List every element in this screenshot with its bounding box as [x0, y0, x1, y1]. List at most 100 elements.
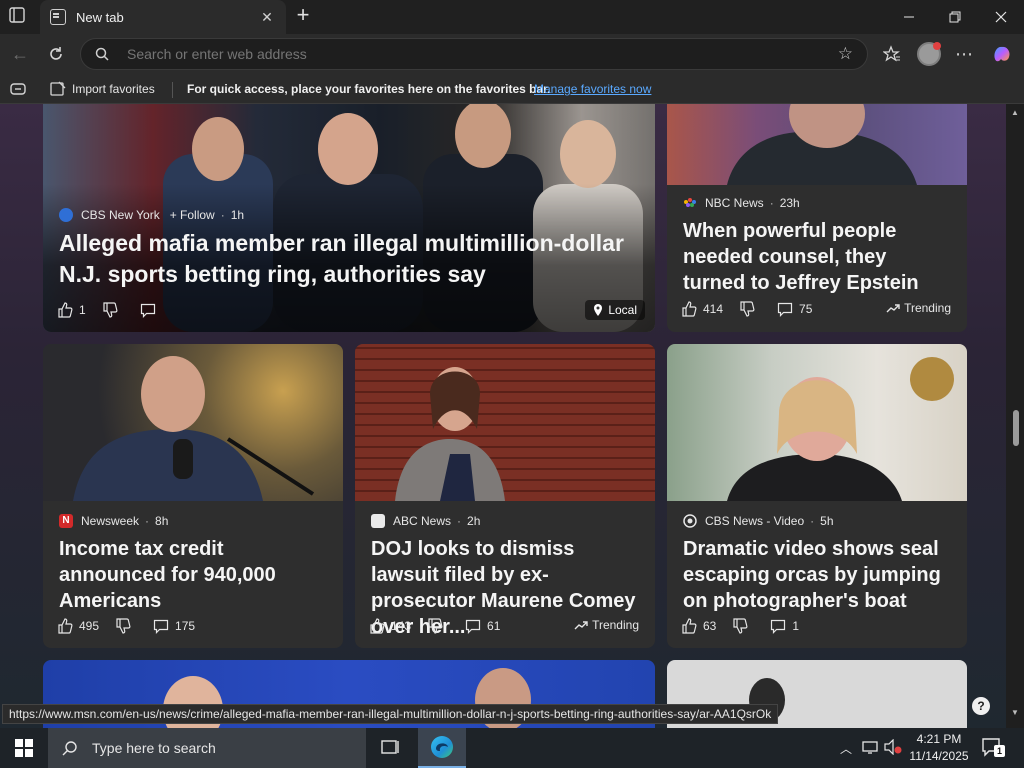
- collections-icon[interactable]: [10, 83, 26, 95]
- dislike-button[interactable]: [739, 301, 761, 317]
- refresh-button[interactable]: [42, 40, 70, 68]
- news-card-cbs-video[interactable]: CBS News - Video · 5h Dramatic video sho…: [667, 344, 967, 648]
- status-bar-url: https://www.msn.com/en-us/news/crime/all…: [2, 704, 779, 724]
- import-favorites-button[interactable]: Import favorites: [50, 81, 155, 97]
- back-button[interactable]: ←: [6, 40, 34, 68]
- settings-more-icon[interactable]: ⋯: [950, 40, 978, 68]
- edge-taskbar-button[interactable]: [418, 728, 466, 768]
- tab-close-icon[interactable]: ✕: [258, 9, 276, 26]
- newsweek-card-headline[interactable]: Income tax credit announced for 940,000 …: [59, 536, 329, 614]
- action-center-button[interactable]: 1: [980, 736, 1005, 758]
- scroll-up-arrow-icon[interactable]: ▲: [1010, 108, 1020, 117]
- taskbar: Type here to search ︿ 4:21 PM 11/14/2025…: [0, 728, 1024, 768]
- comment-icon: [465, 619, 481, 634]
- side-story-headline[interactable]: When powerful people needed counsel, the…: [683, 218, 953, 296]
- like-button[interactable]: 1: [57, 302, 86, 318]
- copilot-icon[interactable]: [988, 40, 1016, 68]
- volume-muted-icon[interactable]: [884, 738, 902, 758]
- like-button[interactable]: 414: [681, 301, 723, 317]
- news-card-newsweek[interactable]: N Newsweek · 8h Income tax credit announ…: [43, 344, 343, 648]
- like-count: 414: [703, 302, 724, 316]
- scrollbar-thumb[interactable]: [1013, 410, 1019, 446]
- notification-count-badge: 1: [994, 745, 1005, 757]
- newsweek-card-actions: 495 175: [57, 618, 211, 634]
- like-button[interactable]: 143: [369, 618, 411, 634]
- scroll-down-arrow-icon[interactable]: ▼: [1010, 708, 1020, 717]
- dislike-button[interactable]: [427, 618, 449, 634]
- comment-button[interactable]: 1: [770, 618, 799, 634]
- taskbar-search-box[interactable]: Type here to search: [48, 728, 366, 768]
- new-tab-favicon-icon: [50, 9, 66, 25]
- abc-card-source: ABC News: [393, 514, 452, 528]
- taskbar-clock[interactable]: 4:21 PM 11/14/2025: [906, 731, 972, 765]
- thumbs-down-icon: [733, 618, 748, 634]
- tab-actions-menu-icon[interactable]: [8, 6, 32, 28]
- cbs-video-card-source: CBS News - Video: [705, 514, 805, 528]
- like-button[interactable]: 495: [57, 618, 99, 634]
- task-view-button[interactable]: [378, 738, 402, 758]
- edge-logo-icon: [431, 736, 453, 758]
- abc-card-actions: 143 61: [369, 618, 516, 634]
- close-window-button[interactable]: [978, 0, 1024, 34]
- tab-title: New tab: [76, 9, 124, 25]
- trending-label: Trending: [592, 618, 639, 632]
- top-story-card[interactable]: CBS New York + Follow · 1h Alleged mafia…: [43, 104, 655, 332]
- dislike-button[interactable]: [102, 302, 124, 318]
- like-count: 143: [391, 619, 412, 633]
- start-button[interactable]: [0, 728, 48, 768]
- favorite-star-icon[interactable]: ☆: [838, 44, 853, 64]
- comment-button[interactable]: 75: [777, 301, 812, 317]
- favorites-divider: [172, 82, 173, 98]
- address-input[interactable]: [127, 46, 838, 62]
- manage-favorites-link[interactable]: Manage favorites now: [534, 82, 651, 96]
- page-scrollbar[interactable]: ▲ ▼: [1006, 104, 1024, 728]
- thumbs-down-icon: [428, 618, 443, 634]
- network-icon[interactable]: [862, 739, 880, 758]
- thumbs-up-icon: [682, 301, 697, 317]
- news-card-abc[interactable]: ABC News · 2h DOJ looks to dismiss lawsu…: [355, 344, 655, 648]
- profile-avatar[interactable]: [917, 42, 941, 66]
- search-icon: [95, 47, 109, 61]
- thumbs-down-icon: [740, 301, 755, 317]
- cbs-video-card-meta: CBS News - Video · 5h: [683, 514, 834, 528]
- trending-arrow-icon: [574, 621, 588, 630]
- top-story-meta: CBS New York + Follow · 1h: [59, 208, 244, 222]
- nbc-peacock-logo-icon: [684, 198, 696, 207]
- cbs-video-card-time: 5h: [820, 514, 834, 528]
- favorites-icon[interactable]: [878, 40, 906, 68]
- comment-button[interactable]: 61: [465, 618, 500, 634]
- newsweek-card-source: Newsweek: [81, 514, 140, 528]
- side-story-card[interactable]: NBC News · 23h When powerful people need…: [667, 104, 967, 332]
- minimize-button[interactable]: [886, 0, 932, 34]
- dislike-button[interactable]: [115, 618, 137, 634]
- tab-new-tab[interactable]: New tab ✕: [40, 0, 286, 34]
- comment-count: 75: [799, 302, 813, 316]
- thumbs-up-icon: [370, 618, 385, 634]
- help-button[interactable]: ?: [972, 697, 990, 715]
- new-tab-button[interactable]: +: [292, 4, 314, 28]
- local-badge-label: Local: [608, 303, 637, 317]
- comment-button[interactable]: 175: [153, 618, 195, 634]
- like-count: 1: [79, 303, 86, 317]
- clock-time: 4:21 PM: [916, 732, 962, 746]
- address-bar[interactable]: ☆: [80, 38, 868, 70]
- top-story-headline[interactable]: Alleged mafia member ran illegal multimi…: [59, 228, 641, 290]
- show-hidden-icons-chevron-icon[interactable]: ︿: [840, 740, 852, 757]
- task-view-icon: [381, 740, 399, 754]
- cbs-video-card-headline[interactable]: Dramatic video shows seal escaping orcas…: [683, 536, 953, 614]
- follow-button[interactable]: + Follow: [170, 208, 215, 222]
- top-story-time: 1h: [230, 208, 245, 222]
- trending-arrow-icon: [886, 304, 900, 313]
- restore-button[interactable]: [932, 0, 978, 34]
- new-tab-page: CBS New York + Follow · 1h Alleged mafia…: [0, 104, 1024, 728]
- dislike-button[interactable]: [732, 618, 754, 634]
- side-story-meta: NBC News · 23h: [683, 196, 800, 210]
- local-badge[interactable]: Local: [585, 300, 645, 320]
- comment-button[interactable]: [140, 302, 162, 318]
- comment-icon: [777, 302, 793, 317]
- like-button[interactable]: 63: [681, 618, 716, 634]
- trending-indicator: Trending: [886, 301, 951, 315]
- thumbs-down-icon: [103, 302, 118, 318]
- cbs-video-card-image: [667, 344, 967, 501]
- clock-date: 11/14/2025: [909, 749, 969, 763]
